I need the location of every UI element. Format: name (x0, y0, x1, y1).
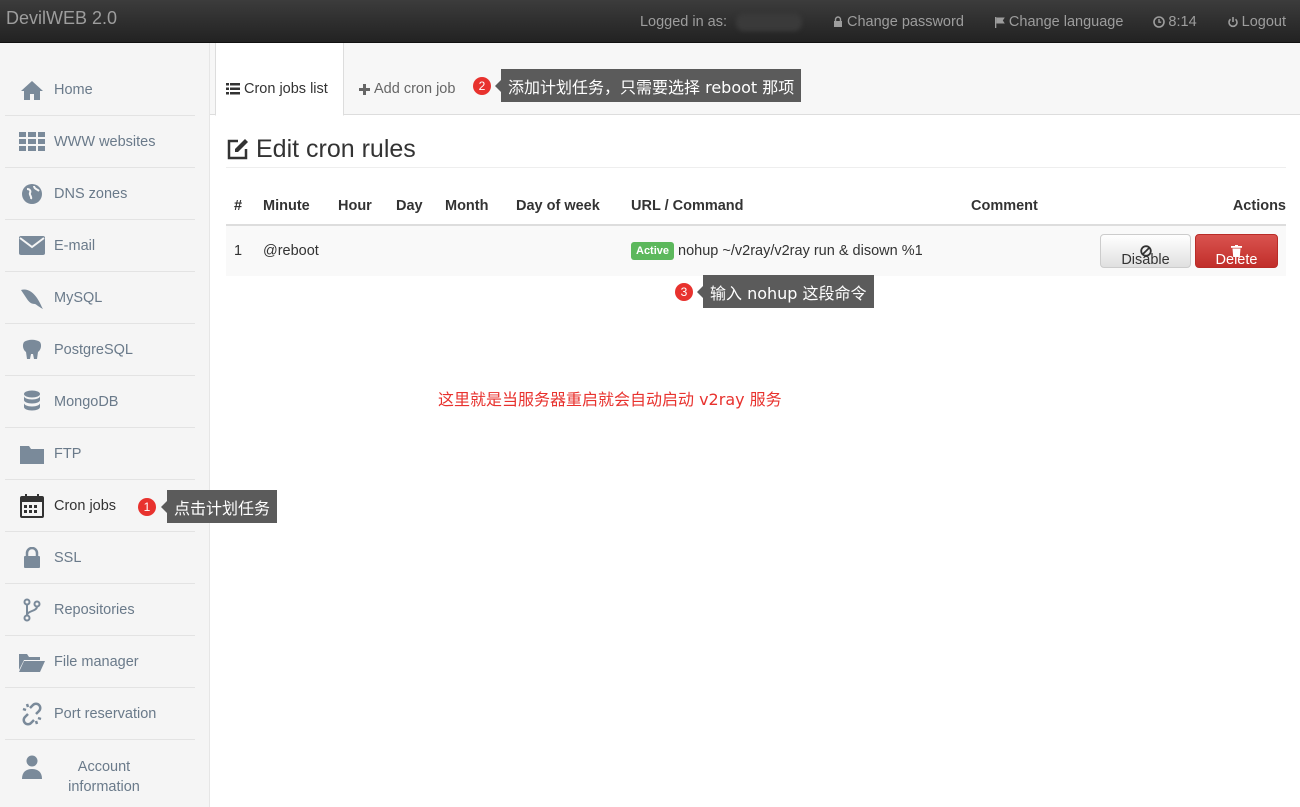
col-minute: Minute (263, 198, 310, 214)
cron-rules-table: # Minute Hour Day Month Day of week URL … (226, 187, 1286, 276)
user-icon (19, 755, 45, 779)
list-icon (226, 83, 240, 95)
elephant-icon (19, 338, 45, 362)
unlink-icon (19, 702, 45, 726)
row-num: 1 (234, 243, 243, 259)
col-hour: Hour (338, 198, 372, 214)
sidebar-item-email[interactable]: E-mail (5, 220, 195, 272)
session-timer: 8:14 (1137, 14, 1210, 30)
flag-icon (994, 16, 1005, 28)
tab-cron-jobs-list[interactable]: Cron jobs list (215, 43, 344, 116)
sidebar-item-mongodb[interactable]: MongoDB (5, 376, 195, 428)
sidebar-item-label: Account information (68, 759, 140, 795)
annotation-marker-1: 1 (138, 498, 156, 516)
plus-icon (359, 83, 370, 95)
table-header: # Minute Hour Day Month Day of week URL … (226, 187, 1286, 226)
sidebar-item-label: E-mail (54, 237, 96, 254)
annotation-marker-2: 2 (473, 77, 491, 95)
logout-link[interactable]: Logout (1211, 14, 1300, 30)
annotation-tooltip-3: 输入 nohup 这段命令 (697, 275, 874, 308)
row-command-cell: Active nohup ~/v2ray/v2ray run & disown %… (631, 242, 923, 261)
annotation-marker-3: 3 (675, 283, 693, 301)
annotation-note: 这里就是当服务器重启就会自动启动 v2ray 服务 (438, 390, 782, 409)
col-command: URL / Command (631, 198, 744, 214)
disable-button[interactable]: Disable (1100, 234, 1191, 268)
change-language-link[interactable]: Change language (978, 14, 1138, 30)
col-actions: Actions (1232, 198, 1286, 214)
sidebar-item-label: Repositories (54, 601, 135, 618)
page-title: Edit cron rules (226, 131, 1286, 168)
folder-icon (19, 442, 45, 466)
tab-label: Cron jobs list (244, 81, 328, 97)
status-badge: Active (631, 242, 675, 260)
sidebar-item-label: FTP (54, 445, 82, 462)
row-command: nohup ~/v2ray/v2ray run & disown %1 (678, 243, 923, 259)
folder-open-icon (19, 650, 45, 674)
col-month: Month (445, 198, 489, 214)
dolphin-icon (19, 286, 45, 310)
sidebar-item-repositories[interactable]: Repositories (5, 584, 195, 636)
top-navbar: DevilWEB 2.0 Logged in as: Change passwo… (0, 0, 1300, 43)
sidebar-item-label: MySQL (54, 289, 103, 306)
branch-icon (19, 598, 45, 622)
logged-in-label: Logged in as: (639, 13, 728, 30)
session-time: 8:14 (1168, 13, 1197, 30)
annotation-tooltip-2: 添加计划任务，只需要选择 reboot 那项 (494, 69, 802, 102)
sidebar-item-label: MongoDB (54, 393, 119, 410)
annotation-tooltip-1: 点击计划任务 (160, 490, 278, 523)
sidebar-item-label: DNS zones (54, 185, 128, 202)
brand-logo[interactable]: DevilWEB 2.0 (6, 8, 117, 29)
tab-label: Add cron job (374, 81, 456, 97)
sidebar-item-ftp[interactable]: FTP (5, 428, 195, 480)
sidebar-item-home[interactable]: Home (5, 64, 195, 116)
lock-icon (834, 15, 843, 27)
edit-icon (227, 139, 248, 160)
logout-label: Logout (1241, 13, 1286, 30)
sidebar-item-label: WWW websites (54, 133, 156, 150)
calendar-icon (19, 493, 45, 518)
tab-add-cron-job[interactable]: Add cron job (359, 43, 455, 115)
navbar-right: Logged in as: Change password Change lan… (624, 0, 1300, 43)
sidebar-item-file-manager[interactable]: File manager (5, 636, 195, 688)
sidebar-item-account-information[interactable]: Account information (5, 740, 195, 807)
envelope-icon (19, 234, 45, 258)
sidebar-item-www-websites[interactable]: WWW websites (5, 116, 195, 168)
globe-icon (19, 182, 45, 206)
sidebar-item-label: Cron jobs (54, 497, 117, 514)
logged-in-indicator: Logged in as: (624, 12, 816, 31)
sidebar-item-label: File manager (54, 653, 139, 670)
col-comment: Comment (971, 198, 1038, 214)
sidebar-item-mysql[interactable]: MySQL (5, 272, 195, 324)
delete-button[interactable]: Delete (1195, 234, 1278, 268)
clock-icon (1153, 15, 1166, 28)
col-num: # (234, 198, 243, 214)
sidebar-item-ssl[interactable]: SSL (5, 532, 195, 584)
row-minute: @reboot (263, 243, 319, 259)
sidebar-item-label: SSL (54, 549, 82, 566)
sidebar-item-port-reservation[interactable]: Port reservation (5, 688, 195, 740)
sidebar-item-label: Home (54, 81, 93, 98)
page-title-text: Edit cron rules (256, 134, 416, 163)
sidebar-item-label: Port reservation (54, 705, 157, 722)
sidebar-item-dns-zones[interactable]: DNS zones (5, 168, 195, 220)
sidebar-item-postgresql[interactable]: PostgreSQL (5, 324, 195, 376)
grid-icon (19, 130, 45, 154)
lock-icon (19, 546, 45, 570)
col-day: Day (396, 198, 423, 214)
change-language-label: Change language (1008, 13, 1124, 30)
col-day-of-week: Day of week (516, 198, 600, 214)
disable-label: Disable (1121, 252, 1170, 268)
sidebar: Home WWW websites DNS zones E-mail MySQL… (0, 43, 210, 807)
table-row: 1 @reboot Active nohup ~/v2ray/v2ray run … (226, 226, 1286, 276)
database-icon (19, 390, 45, 414)
sidebar-item-label: PostgreSQL (54, 341, 133, 358)
change-password-link[interactable]: Change password (816, 14, 978, 30)
delete-label: Delete (1215, 252, 1258, 268)
power-icon (1227, 16, 1238, 27)
home-icon (19, 78, 45, 102)
username-redacted (736, 12, 803, 31)
change-password-label: Change password (847, 13, 964, 30)
